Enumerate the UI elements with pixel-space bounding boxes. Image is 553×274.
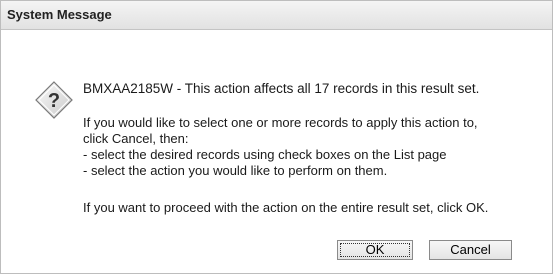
message-line: If you would like to select one or more …: [83, 115, 478, 130]
message-line: click Cancel, then:: [83, 131, 189, 146]
message-line: - select the action you would like to pe…: [83, 163, 388, 178]
focus-ring: [340, 243, 410, 257]
dialog-title: System Message: [7, 7, 112, 22]
message-main: BMXAA2185W - This action affects all 17 …: [83, 81, 480, 96]
svg-text:?: ?: [48, 90, 60, 112]
cancel-button-label: Cancel: [450, 242, 491, 257]
cancel-button[interactable]: Cancel: [429, 240, 512, 260]
question-diamond-icon: ?: [35, 81, 73, 119]
ok-button[interactable]: OK: [337, 240, 413, 260]
dialog-titlebar[interactable]: System Message: [1, 1, 552, 30]
message-proceed: If you want to proceed with the action o…: [83, 200, 489, 215]
message-line: - select the desired records using check…: [83, 147, 447, 162]
system-message-dialog: System Message ? BMXAA2185W - This actio…: [0, 0, 553, 274]
message-body: If you would like to select one or more …: [83, 115, 533, 179]
